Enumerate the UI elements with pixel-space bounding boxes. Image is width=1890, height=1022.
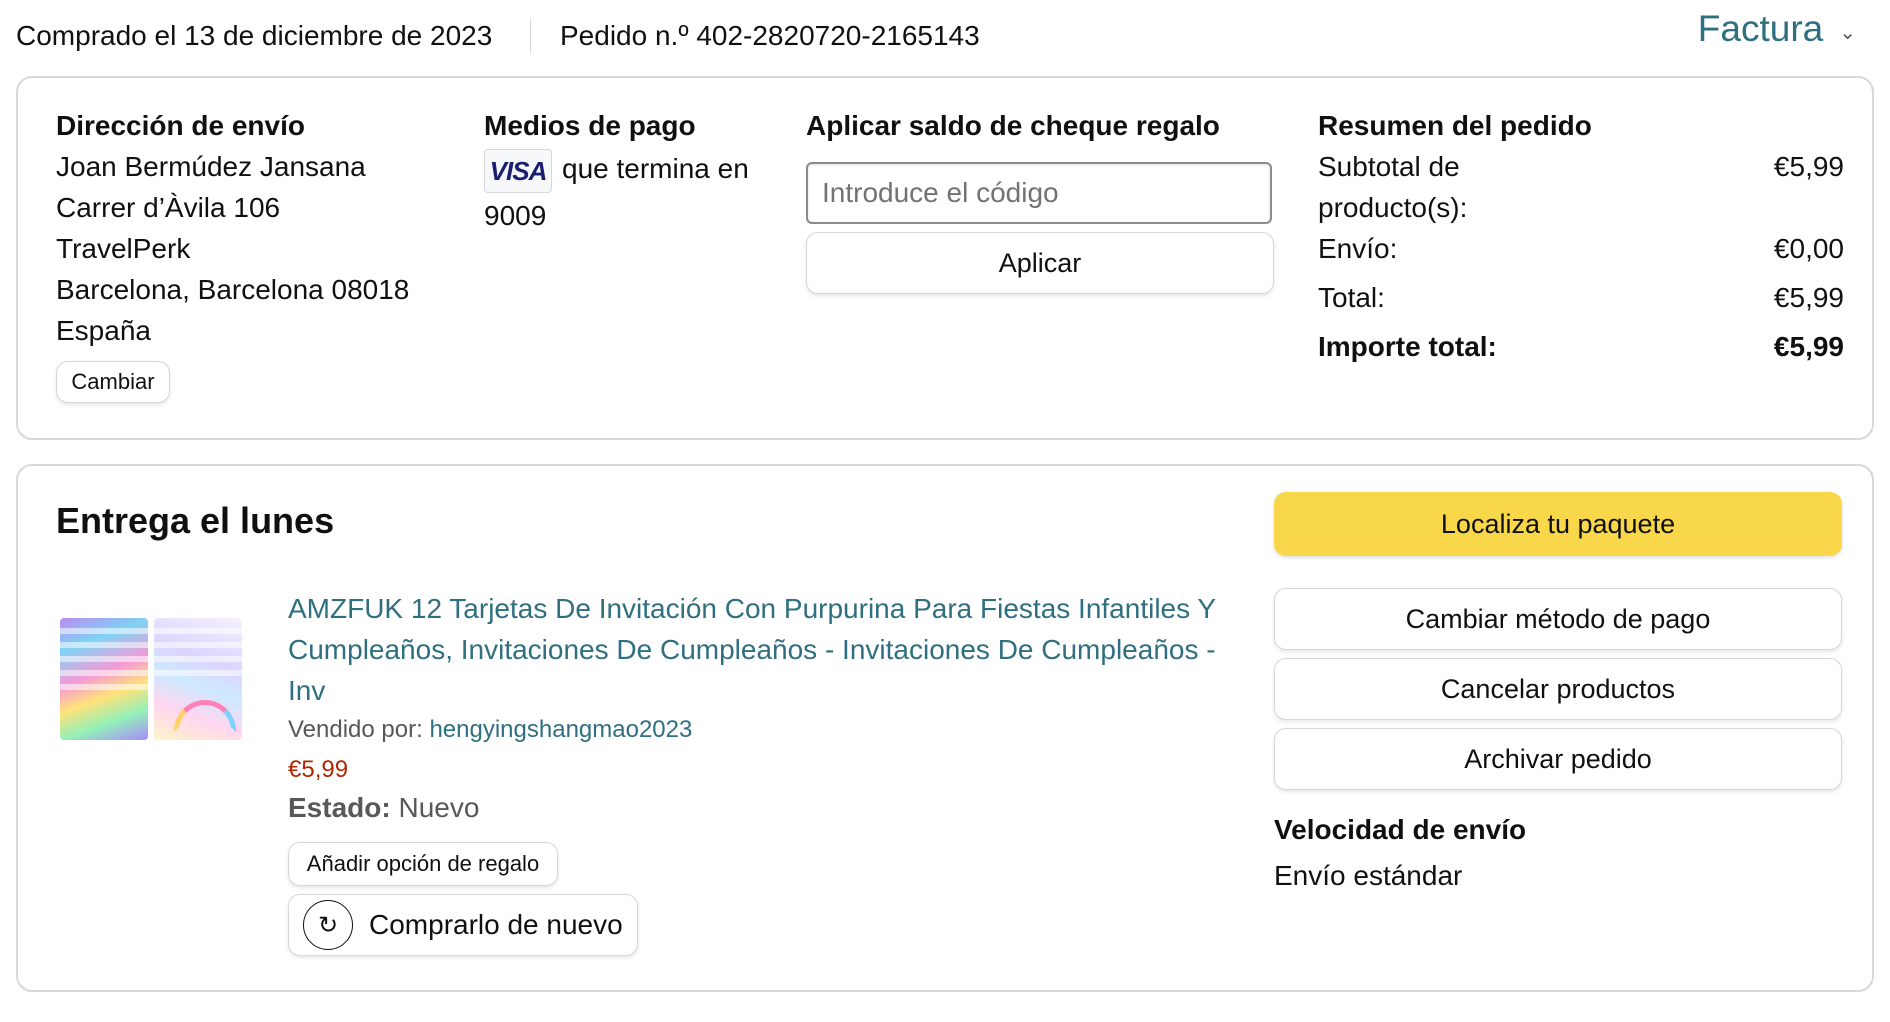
sold-by-label: Vendido por: [288,716,423,743]
header-divider [530,18,531,54]
payment-last-digits: 9009 [484,199,547,231]
gift-card-section: Aplicar saldo de cheque regalo Aplicar [806,110,1286,294]
delivery-card: Entrega el lunes AMZFUK 12 Tarjetas De I… [16,464,1874,992]
change-payment-button[interactable]: Cambiar método de pago [1274,588,1842,650]
archive-order-button[interactable]: Archivar pedido [1274,728,1842,790]
buy-again-button[interactable]: ↻ Comprarlo de nuevo [288,894,638,956]
payment-heading: Medios de pago [484,110,696,141]
product-price: €5,99 [288,756,349,783]
total-label: Total: [1318,282,1385,313]
invoice-dropdown[interactable]: Factura ⌄ [1698,8,1856,50]
change-address-button[interactable]: Cambiar [56,361,170,403]
shipping-line2: TravelPerk [56,233,191,264]
summary-total-row: Total: €5,99 [1318,277,1844,318]
condition-label: Estado: [288,792,391,823]
shipping-city: Barcelona, Barcelona 08018 [56,274,410,305]
shipping-cost-value: €0,00 [1773,233,1844,264]
add-gift-option-button[interactable]: Añadir opción de regalo [288,842,558,886]
purchase-date: Comprado el 13 de diciembre de 2023 [16,20,493,51]
order-details-card: Dirección de envío Joan Bermúdez Jansana… [16,76,1874,440]
gift-card-heading: Aplicar saldo de cheque regalo [806,110,1220,141]
payment-section: Medios de pago VISA que termina en 9009 [484,110,784,239]
product-title-link[interactable]: AMZFUK 12 Tarjetas De Invitación Con Pur… [288,588,1248,711]
sold-by: Vendido por: hengyingshangmao2023 [288,716,692,744]
shipping-name: Joan Bermúdez Jansana [56,151,366,182]
buy-again-icon: ↻ [303,900,353,950]
shipping-cost-label: Envío: [1318,233,1398,264]
summary-heading: Resumen del pedido [1318,110,1592,141]
cancel-items-button[interactable]: Cancelar productos [1274,658,1842,720]
summary-subtotal-row: Subtotal de producto(s): €5,99 [1318,146,1844,228]
product-image-card-right [154,618,242,740]
shipping-line1: Carrer d’Àvila 106 [56,192,281,223]
buy-again-label: Comprarlo de nuevo [369,909,623,940]
visa-card-icon: VISA [484,148,552,193]
invoice-label: Factura [1697,8,1824,49]
gift-code-input[interactable] [806,162,1272,224]
order-header: Comprado el 13 de diciembre de 2023 Pedi… [16,8,1874,58]
grand-total-value: €5,99 [1773,331,1844,362]
subtotal-value: €5,99 [1773,151,1844,182]
shipping-speed-value: Envío estándar [1274,860,1463,891]
delivery-title: Entrega el lunes [56,500,335,541]
payment-ending-text: que termina en [562,153,749,184]
condition-value: Nuevo [398,792,480,823]
shipping-country: España [56,315,151,346]
subtotal-label: Subtotal de producto(s): [1318,151,1468,223]
apply-gift-button[interactable]: Aplicar [806,232,1274,294]
order-number: Pedido n.º 402-2820720-2165143 [560,20,980,51]
seller-link[interactable]: hengyingshangmao2023 [429,716,692,743]
grand-total-label: Importe total: [1318,331,1497,362]
chevron-down-icon: ⌄ [1839,21,1856,44]
product-image-card-left [60,618,148,740]
shipping-address-section: Dirección de envío Joan Bermúdez Jansana… [56,110,476,403]
order-actions: Localiza tu paquete Cambiar método de pa… [1274,492,1842,892]
payment-card-line: VISA que termina en [484,146,784,193]
summary-grand-total-row: Importe total: €5,99 [1318,326,1844,367]
track-package-button[interactable]: Localiza tu paquete [1274,492,1842,556]
shipping-heading: Dirección de envío [56,110,305,141]
product-condition: Estado: Nuevo [288,792,479,824]
total-value: €5,99 [1773,282,1844,313]
order-summary-section: Resumen del pedido Subtotal de producto(… [1318,110,1844,367]
shipping-speed-heading: Velocidad de envío [1274,814,1527,845]
summary-shipping-row: Envío: €0,00 [1318,228,1844,269]
product-image[interactable] [60,616,242,742]
